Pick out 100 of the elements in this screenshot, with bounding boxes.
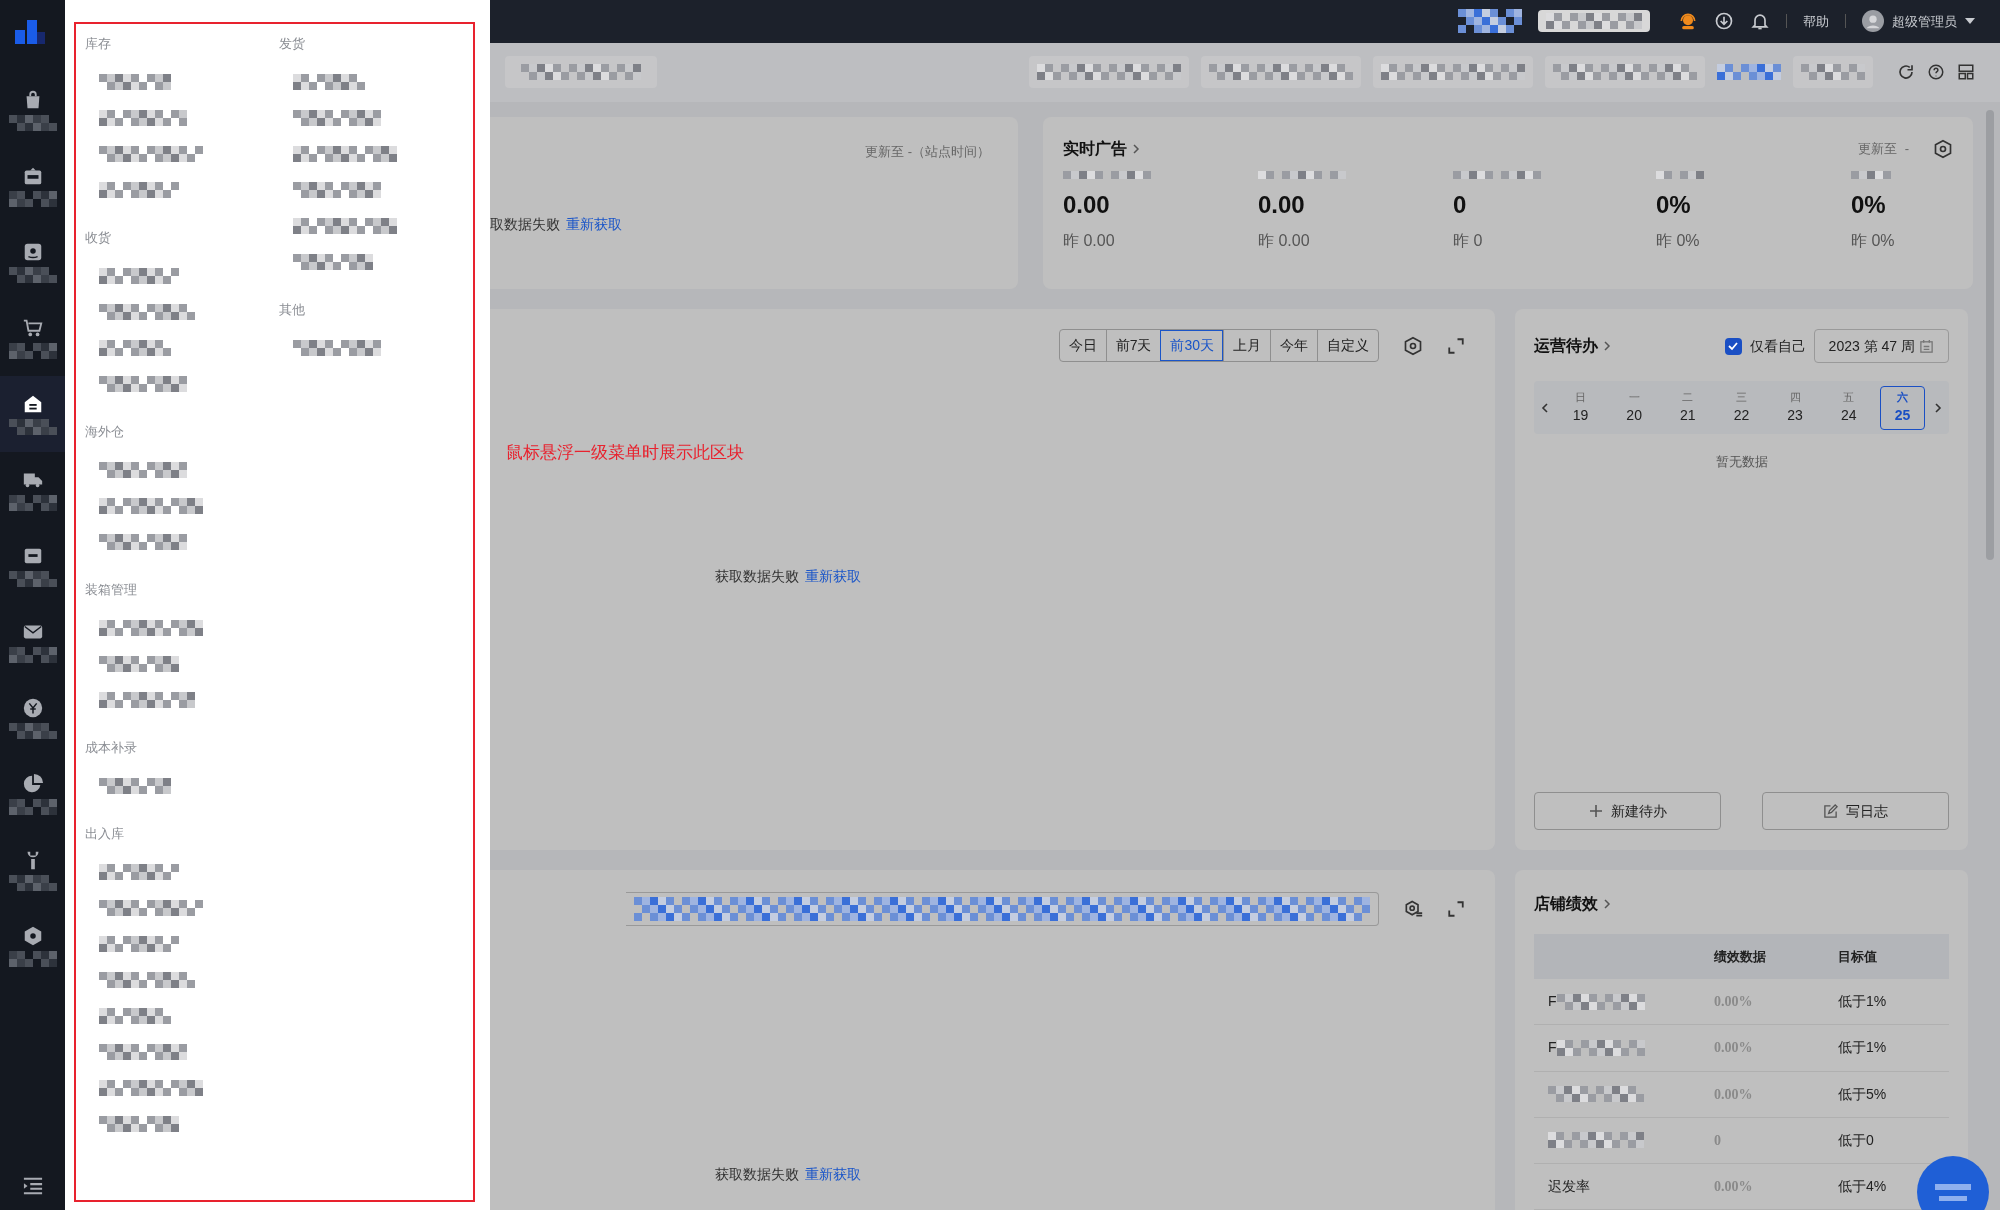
expand-icon[interactable] [1447, 900, 1465, 918]
cart-icon [21, 317, 44, 339]
day-option[interactable]: 五 24 [1826, 385, 1872, 430]
retry-link[interactable]: 重新获取 [566, 213, 622, 235]
pixelated-text [8, 419, 57, 435]
pixelated-text [99, 340, 171, 356]
update-time: 更新至 -（站点时间） [865, 143, 990, 161]
metric-yesterday: 昨 0% [1656, 231, 1701, 251]
new-todo-button[interactable]: 新建待办 [1534, 792, 1721, 830]
pixelated-text [8, 343, 57, 359]
day-option[interactable]: 六 25 [1879, 385, 1925, 430]
table-cell-text: 低于4% [1838, 1176, 1887, 1196]
headset-icon[interactable] [1678, 11, 1698, 32]
date-range-option[interactable]: 上月 [1223, 330, 1270, 361]
sidebar-item[interactable] [0, 376, 65, 452]
layout-icon[interactable] [1957, 63, 1975, 82]
column-header: 目标值 [1838, 947, 1877, 966]
help-icon[interactable] [1927, 63, 1945, 82]
day-option[interactable]: 一 20 [1611, 385, 1657, 430]
edit-icon [1823, 803, 1838, 819]
update-time: 更新至 - [1858, 140, 1909, 159]
pixelated-text [8, 115, 57, 131]
table-cell-text: 迟发率 [1548, 1176, 1590, 1196]
metric-value: 0 [1453, 190, 1468, 220]
table-cell-text: 低于5% [1838, 1084, 1887, 1104]
date-range-option[interactable]: 自定义 [1317, 330, 1378, 361]
menu-group-heading: 收货 [85, 229, 112, 248]
menu-group-heading: 海外仓 [85, 423, 125, 442]
metric-value: 0.00 [1063, 190, 1111, 220]
menu-group-heading: 成本补录 [85, 739, 138, 758]
menu-group-heading: 库存 [85, 35, 112, 54]
chevron-icon [1602, 340, 1612, 352]
pixelated-text [1656, 171, 1704, 179]
chevron-icon [1131, 143, 1141, 155]
settings-icon[interactable] [1403, 335, 1423, 356]
date-range-option[interactable]: 今日 [1059, 330, 1106, 361]
pixelated-text [8, 571, 57, 587]
pixelated-text [8, 951, 57, 967]
pixelated-text [8, 723, 57, 739]
day-option[interactable]: 日 19 [1558, 385, 1603, 430]
metric-yesterday: 昨 0% [1851, 231, 1896, 251]
pixelated-text [99, 778, 171, 794]
caret-icon [1965, 17, 1975, 26]
help-link[interactable]: 帮助 [1803, 11, 1829, 32]
table-cell-text: 低于1% [1838, 992, 1887, 1012]
download-icon[interactable] [1714, 11, 1734, 32]
checkbox-label: 仅看自己 [1749, 336, 1806, 356]
retry-link[interactable]: 重新获取 [805, 565, 861, 587]
pixelated-text [8, 647, 57, 663]
pixelated-text [8, 191, 57, 207]
chevron-right-icon[interactable] [1933, 401, 1943, 414]
metric-yesterday: 昨 0.00 [1063, 231, 1116, 251]
card-title[interactable]: 店铺绩效 [1534, 892, 1598, 916]
week-picker[interactable]: 2023 第 47 周 [1813, 329, 1949, 363]
user-menu[interactable]: 超级管理员 [1862, 10, 1975, 33]
error-message: 取数据失败 [490, 214, 560, 234]
avatar-icon [1862, 10, 1884, 33]
card-title[interactable]: 运营待办 [1534, 334, 1598, 358]
date-range-option[interactable]: 前30天 [1160, 330, 1223, 361]
check-icon [1727, 340, 1740, 352]
card-title[interactable]: 实时广告 [1063, 137, 1127, 161]
table-cell-text: 低于0 [1838, 1130, 1874, 1150]
pixelated-text [8, 267, 57, 283]
write-log-button[interactable]: 写日志 [1762, 792, 1949, 830]
menu-icon[interactable] [21, 1176, 44, 1196]
pixelated-text [8, 799, 57, 815]
column-header: 绩效数据 [1714, 947, 1767, 966]
error-message: 获取数据失败 [715, 566, 799, 586]
pie-chart-icon [21, 773, 44, 795]
coin-icon [21, 697, 44, 719]
calendar-icon [1919, 338, 1934, 354]
date-range-option[interactable]: 今年 [1270, 330, 1317, 361]
table-cell-text: F [1548, 992, 1557, 1012]
table-cell-text: F [1548, 1038, 1557, 1058]
metric-value: 0.00 [1258, 190, 1306, 220]
settings-icon[interactable] [1933, 139, 1953, 159]
hover-note: 鼠标悬浮一级菜单时展示此区块 [506, 442, 745, 464]
checkbox[interactable] [1724, 337, 1742, 355]
bell-icon[interactable] [1750, 11, 1770, 32]
day-option[interactable]: 二 21 [1665, 385, 1711, 430]
day-option[interactable]: 四 23 [1772, 385, 1818, 430]
plus-icon [1588, 804, 1603, 818]
menu-group-heading: 装箱管理 [85, 581, 138, 600]
pixelated-text [1801, 64, 1865, 81]
date-range-option[interactable]: 前7天 [1105, 330, 1161, 361]
retry-link[interactable]: 重新获取 [805, 1164, 861, 1185]
settings-list-icon[interactable] [1403, 899, 1423, 919]
pixelated-text [1458, 9, 1522, 34]
pixelated-text [293, 74, 365, 90]
refresh-icon[interactable] [1897, 63, 1915, 82]
chevron-icon [1602, 898, 1612, 910]
chevron-left-icon[interactable] [1540, 401, 1550, 414]
pixelated-text [8, 495, 57, 511]
expand-icon[interactable] [1447, 336, 1465, 355]
pixelated-text [99, 1008, 171, 1024]
table-cell-text: 低于1% [1838, 1038, 1887, 1058]
error-message: 获取数据失败 [715, 1165, 799, 1184]
chat-icon[interactable] [1915, 1154, 1991, 1210]
pixelated-text [8, 875, 57, 891]
metric-yesterday: 昨 0 [1453, 231, 1484, 251]
